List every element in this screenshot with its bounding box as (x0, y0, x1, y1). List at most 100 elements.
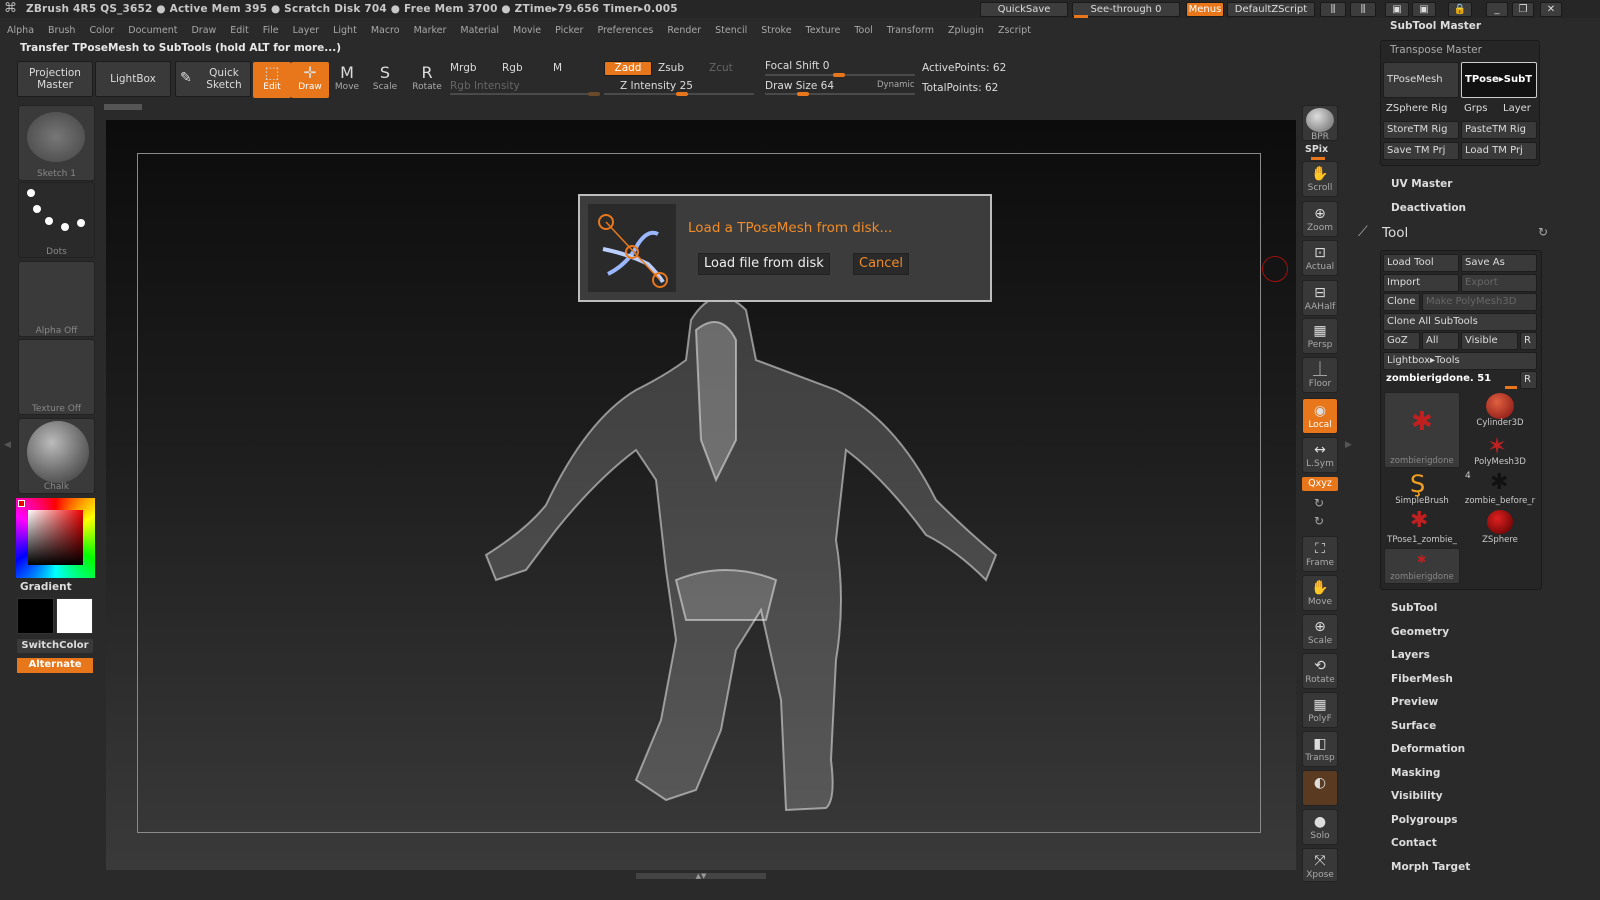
menu-material[interactable]: Material (460, 25, 499, 36)
rotate-view-button[interactable]: ⟲ Rotate (1302, 653, 1338, 689)
tposemesh-button[interactable]: TPoseMesh (1383, 62, 1459, 98)
window-icon-b[interactable]: ▣ (1412, 2, 1436, 17)
frame-button[interactable]: ⛶ Frame (1302, 536, 1338, 572)
mrgb-button[interactable]: Mrgb (450, 62, 477, 74)
zsphere-rig-toggle[interactable]: ZSphere Rig (1383, 101, 1459, 119)
subtool-menu[interactable]: SubTool (1391, 602, 1437, 614)
menu-preferences[interactable]: Preferences (597, 25, 653, 36)
menu-zscript[interactable]: Zscript (998, 25, 1031, 36)
menu-color[interactable]: Color (89, 25, 114, 36)
persp-button[interactable]: ▦ Persp (1302, 318, 1338, 354)
aahalf-button[interactable]: ⊟ AAHalf (1302, 280, 1338, 316)
zombie-model[interactable] (436, 280, 1016, 830)
menu-document[interactable]: Document (128, 25, 177, 36)
tool-thumb-cylinder3d[interactable]: Cylinder3D (1462, 418, 1538, 428)
minimize-icon[interactable]: _ (1486, 2, 1508, 17)
projection-master-button[interactable]: Projection Master (17, 61, 93, 97)
see-through-slider[interactable]: See-through 0 (1072, 2, 1180, 17)
contact-menu[interactable]: Contact (1391, 837, 1437, 849)
deactivation-menu[interactable]: Deactivation (1391, 202, 1466, 214)
rotate-axis-icon[interactable]: ↻ (1314, 496, 1324, 510)
zcut-button[interactable]: Zcut (709, 62, 733, 74)
dynamic-toggle[interactable]: Dynamic (877, 80, 915, 90)
focal-shift-slider[interactable]: Focal Shift 0 (765, 60, 829, 72)
menu-layer[interactable]: Layer (293, 25, 320, 36)
pastetm-rig-button[interactable]: PasteTM Rig (1461, 121, 1537, 139)
current-tool-slider[interactable]: zombierigdone. 51 (1383, 371, 1518, 389)
quicksave-button[interactable]: QuickSave (980, 2, 1068, 17)
lightbox-button[interactable]: LightBox (95, 61, 171, 97)
tool-pin-icon[interactable]: ⟋ (1358, 224, 1368, 240)
tool-palette-title[interactable]: Tool (1382, 225, 1408, 241)
export-button[interactable]: Export (1461, 274, 1537, 292)
transpose-master-title[interactable]: Transpose Master (1390, 44, 1482, 56)
solo-button[interactable]: ● Solo (1302, 809, 1338, 845)
clone-all-subtools-button[interactable]: Clone All SubTools (1383, 313, 1537, 331)
layers-menu[interactable]: Layers (1391, 649, 1430, 661)
menu-texture[interactable]: Texture (806, 25, 841, 36)
menu-alpha[interactable]: Alpha (7, 25, 34, 36)
menu-tool[interactable]: Tool (854, 25, 872, 36)
tool-thumb-zombierigdone-2[interactable]: ✱ zombierigdone (1384, 548, 1460, 584)
bpr-button[interactable]: BPR (1302, 105, 1338, 142)
goz-r-button[interactable]: R (1520, 332, 1537, 350)
secondary-color-swatch[interactable] (56, 598, 93, 634)
color-picker[interactable] (16, 498, 95, 578)
menu-render[interactable]: Render (667, 25, 701, 36)
switch-color-button[interactable]: SwitchColor (17, 639, 93, 653)
save-as-button[interactable]: Save As (1461, 254, 1537, 272)
goz-button[interactable]: GoZ (1383, 332, 1420, 350)
rgb-button[interactable]: Rgb (502, 62, 523, 74)
cancel-button[interactable]: Cancel (853, 253, 910, 275)
xpose-button[interactable]: ⤧ Xpose (1302, 848, 1338, 882)
tool-thumb-zsphere[interactable]: ZSphere (1462, 535, 1538, 545)
rotate-mode-button[interactable]: R Rotate (408, 62, 446, 98)
scale-view-button[interactable]: ⊕ Scale (1302, 614, 1338, 650)
surface-menu[interactable]: Surface (1391, 720, 1436, 732)
masking-menu[interactable]: Masking (1391, 767, 1440, 779)
make-polymesh-button[interactable]: Make PolyMesh3D (1422, 293, 1537, 311)
zsub-button[interactable]: Zsub (658, 62, 684, 74)
draw-mode-button[interactable]: ✛ Draw (291, 62, 329, 98)
save-tm-prj-button[interactable]: Save TM Prj (1383, 142, 1459, 160)
main-color-swatch[interactable] (17, 598, 54, 634)
floor-button[interactable]: ⏊ Floor (1302, 357, 1338, 393)
zadd-button[interactable]: Zadd (604, 61, 652, 76)
morph-target-menu[interactable]: Morph Target (1391, 861, 1470, 873)
preview-menu[interactable]: Preview (1391, 696, 1438, 708)
menu-stencil[interactable]: Stencil (715, 25, 747, 36)
scale-mode-button[interactable]: S Scale (366, 62, 404, 98)
z-intensity-slider[interactable]: Z Intensity 25 (620, 80, 693, 92)
ghost-button[interactable]: ◐ (1302, 770, 1338, 806)
tool-thumb-zombierigdone[interactable]: ✱ zombierigdone (1384, 392, 1460, 468)
gradient-label[interactable]: Gradient (20, 581, 72, 593)
canvas-top-handle[interactable] (104, 104, 142, 110)
tool-thumb-zombie-before[interactable]: zombie_before_r (1462, 496, 1538, 506)
load-file-button[interactable]: Load file from disk (698, 253, 830, 275)
lock-icon[interactable]: 🔒 (1448, 2, 1472, 17)
polyf-button[interactable]: ▦ PolyF (1302, 692, 1338, 728)
menu-picker[interactable]: Picker (555, 25, 583, 36)
visibility-menu[interactable]: Visibility (1391, 790, 1443, 802)
menu-marker[interactable]: Marker (414, 25, 447, 36)
left-shelf-collapse[interactable]: ◀ (4, 440, 12, 470)
menu-edit[interactable]: Edit (230, 25, 248, 36)
menu-zplugin[interactable]: Zplugin (948, 25, 984, 36)
tool-thumb-simplebrush[interactable]: SimpleBrush (1384, 496, 1460, 506)
actual-button[interactable]: ⊡ Actual (1302, 240, 1338, 276)
lightbox-tools-button[interactable]: Lightbox▸Tools (1383, 352, 1537, 370)
right-shelf-collapse[interactable]: ▶ (1345, 440, 1353, 470)
edit-mode-button[interactable]: ⬚ Edit (253, 62, 291, 98)
grps-toggle[interactable]: Grps (1461, 101, 1499, 119)
menu-brush[interactable]: Brush (48, 25, 75, 36)
default-zscript-button[interactable]: DefaultZScript (1227, 2, 1315, 17)
tpose-subt-button[interactable]: TPose▸SubT (1461, 62, 1537, 98)
load-tm-prj-button[interactable]: Load TM Prj (1461, 142, 1537, 160)
menu-transform[interactable]: Transform (887, 25, 934, 36)
load-tool-button[interactable]: Load Tool (1383, 254, 1459, 272)
layout-toggle-a[interactable]: ⫼ (1320, 2, 1346, 17)
deformation-menu[interactable]: Deformation (1391, 743, 1465, 755)
rgb-intensity-slider[interactable]: Rgb Intensity (450, 80, 520, 92)
menu-light[interactable]: Light (333, 25, 357, 36)
rotate-axis-icon-2[interactable]: ↻ (1314, 514, 1324, 528)
